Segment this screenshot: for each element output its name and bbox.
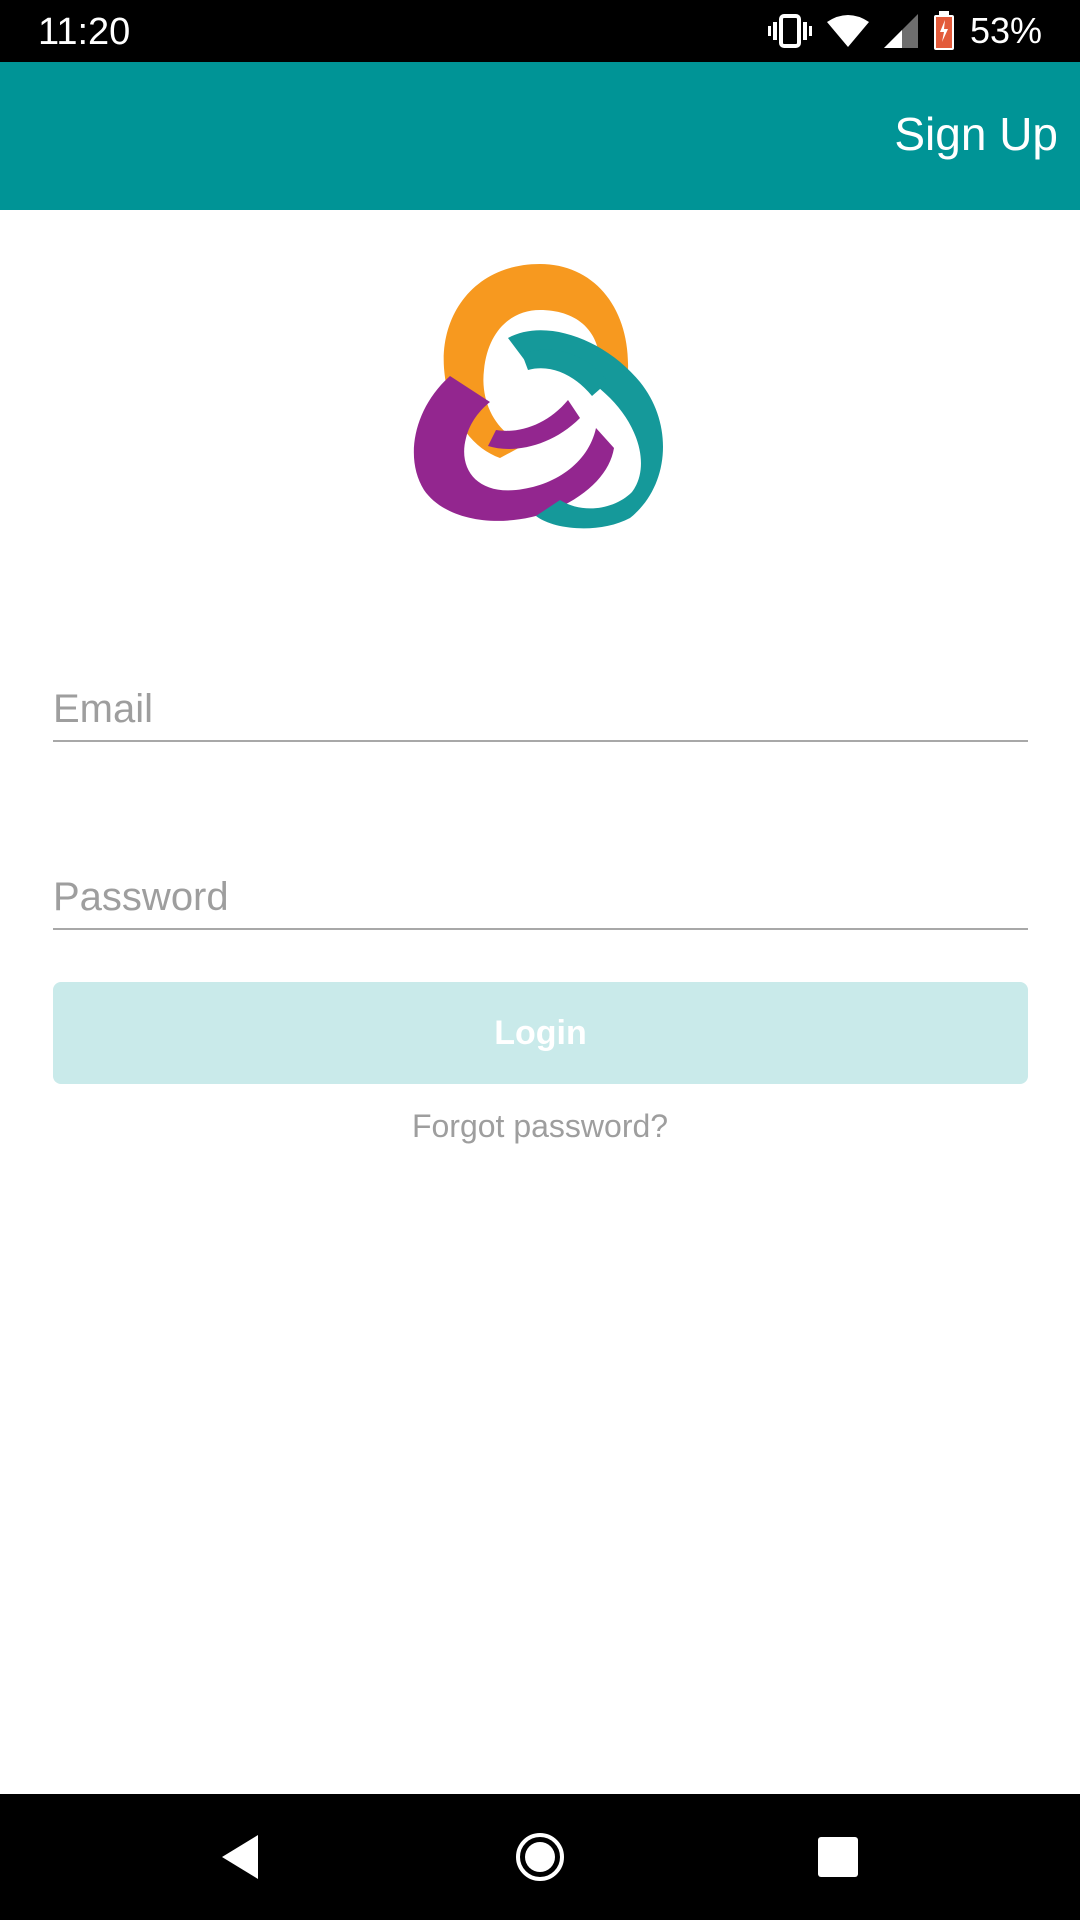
password-field[interactable] (53, 866, 1028, 930)
home-icon (516, 1833, 564, 1881)
navigation-bar (0, 1794, 1080, 1920)
app-bar: Sign Up (0, 62, 1080, 210)
status-bar: 11:20 53% (0, 0, 1080, 62)
signal-icon (883, 14, 918, 48)
forgot-password-link[interactable]: Forgot password? (0, 1104, 1080, 1148)
sign-up-button[interactable]: Sign Up (894, 106, 1058, 162)
status-icons: 53% (767, 8, 1042, 54)
back-icon (222, 1835, 258, 1879)
battery-charging-icon (932, 11, 956, 51)
recents-icon (818, 1837, 858, 1877)
wifi-icon (826, 14, 870, 48)
recents-button[interactable] (758, 1794, 918, 1920)
home-button[interactable] (460, 1794, 620, 1920)
battery-percent: 53% (969, 10, 1042, 51)
login-screen: 11:20 53% Sign Up Email Login Forgot pas… (0, 0, 1080, 1920)
status-time: 11:20 (38, 11, 131, 53)
email-field[interactable] (53, 678, 1028, 742)
vibrate-icon (767, 14, 812, 48)
three-interlocking-rings-logo (413, 264, 663, 529)
login-button[interactable]: Login (53, 982, 1028, 1084)
back-button[interactable] (160, 1794, 320, 1920)
